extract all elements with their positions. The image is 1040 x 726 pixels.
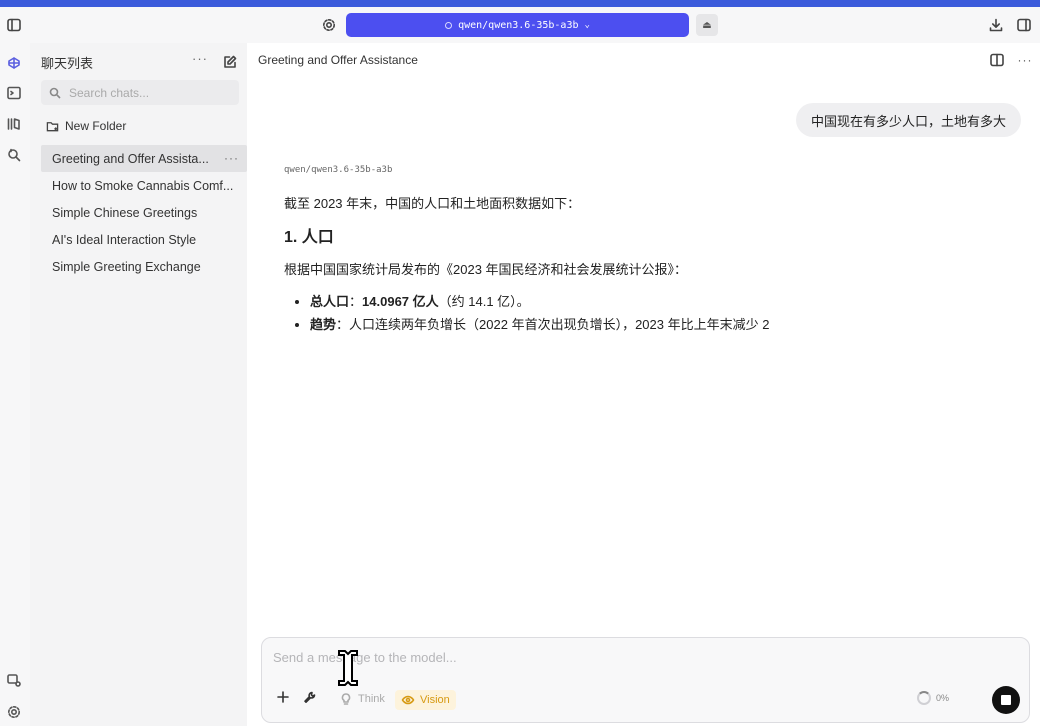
model-name: qwen/qwen3.6-35b-a3b xyxy=(458,19,579,31)
answer-intro: 截至 2023 年末，中国的人口和土地面积数据如下： xyxy=(284,196,581,211)
answer-source: 根据中国国家统计局发布的《2023 年国民经济和社会发展统计公报》： xyxy=(284,262,688,277)
download-icon[interactable] xyxy=(985,14,1007,36)
chat-item[interactable]: How to Smoke Cannabis Comf... xyxy=(41,172,247,199)
conversation-title: Greeting and Offer Assistance xyxy=(258,53,418,67)
user-message: 中国现在有多少人口，土地有多大 xyxy=(795,103,1021,137)
chat-item-label: Greeting and Offer Assista... xyxy=(52,151,209,166)
chat-item[interactable]: Simple Greeting Exchange xyxy=(41,253,247,280)
stop-generation-button[interactable] xyxy=(992,686,1020,714)
developer-icon[interactable] xyxy=(3,669,25,691)
top-bar: qwen/qwen3.6-35b-a3b ⌄ ⏏ xyxy=(0,7,1040,43)
think-label: Think xyxy=(358,693,385,705)
vision-toggle[interactable]: Vision xyxy=(395,690,456,710)
chat-options-icon[interactable]: ··· xyxy=(224,151,239,165)
settings-icon[interactable] xyxy=(318,14,340,36)
message-composer: Think Vision 0% xyxy=(261,637,1030,723)
window-accent-strip xyxy=(0,0,1040,7)
add-attachment-icon[interactable] xyxy=(276,690,290,704)
conversation-panel: Greeting and Offer Assistance ··· 中国现在有多… xyxy=(247,43,1040,726)
chat-item-label: Simple Greeting Exchange xyxy=(52,259,201,274)
bullet-value: 14.0967 亿人 xyxy=(362,294,439,309)
chat-item-label: AI's Ideal Interaction Style xyxy=(52,232,197,247)
settings-icon[interactable] xyxy=(3,701,25,723)
answer-bullets: 总人口：14.0967 亿人（约 14.1 亿）。 趋势：人口连续两年负增长（2… xyxy=(284,290,1004,336)
folder-plus-icon xyxy=(46,121,59,131)
eject-icon[interactable]: ⏏ xyxy=(696,14,718,36)
context-usage-value: 0% xyxy=(936,693,950,703)
bulb-icon xyxy=(341,693,351,705)
stop-icon xyxy=(1001,695,1011,705)
panel-icon[interactable] xyxy=(1013,14,1035,36)
bullet-text: 人口连续两年负增长（2022 年首次出现负增长），2023 年比上年末减少 2 xyxy=(349,317,770,332)
chat-item-label: Simple Chinese Greetings xyxy=(52,205,198,220)
bullet-label: 趋势 xyxy=(310,317,337,332)
chat-sidebar: 聊天列表 ··· New Folder Greeting and Offer A… xyxy=(30,43,247,726)
search-chats[interactable] xyxy=(41,80,239,105)
chat-item-label: How to Smoke Cannabis Comf... xyxy=(52,178,234,193)
new-folder-button[interactable]: New Folder xyxy=(46,119,126,133)
app-logo-icon[interactable] xyxy=(3,52,25,74)
assistant-message: qwen/qwen3.6-35b-a3b 截至 2023 年末，中国的人口和土地… xyxy=(284,165,1004,336)
sidebar-title: 聊天列表 xyxy=(41,56,94,71)
new-chat-icon[interactable] xyxy=(219,51,241,73)
bullet-label: 总人口 xyxy=(310,294,350,309)
chat-item[interactable]: AI's Ideal Interaction Style xyxy=(41,226,247,253)
text-cursor-icon xyxy=(338,650,358,686)
chat-item-active[interactable]: Greeting and Offer Assista... ··· xyxy=(41,145,247,172)
model-selector-button[interactable]: qwen/qwen3.6-35b-a3b ⌄ xyxy=(346,13,689,37)
sidebar-toggle-icon[interactable] xyxy=(3,14,25,36)
terminal-icon[interactable] xyxy=(3,82,25,104)
chevron-down-icon: ⌄ xyxy=(584,20,590,30)
more-options-icon[interactable]: ··· xyxy=(1014,49,1036,71)
list-item: 趋势：人口连续两年负增长（2022 年首次出现负增长），2023 年比上年末减少… xyxy=(310,313,1004,336)
search-icon xyxy=(49,87,61,99)
progress-ring-icon xyxy=(917,691,931,705)
answer-heading: 1. 人口 xyxy=(284,229,334,246)
chat-item[interactable]: Simple Chinese Greetings xyxy=(41,199,247,226)
list-item: 总人口：14.0967 亿人（约 14.1 亿）。 xyxy=(310,290,1004,313)
eye-icon xyxy=(401,695,415,705)
left-rail xyxy=(0,43,30,726)
new-folder-label: New Folder xyxy=(65,119,127,133)
split-view-icon[interactable] xyxy=(986,49,1008,71)
library-icon[interactable] xyxy=(3,113,25,135)
model-status-icon xyxy=(445,21,453,29)
context-usage: 0% xyxy=(917,691,949,705)
bullet-separator: ： xyxy=(349,294,363,309)
message-input[interactable] xyxy=(273,650,973,665)
chat-list: Greeting and Offer Assista... ··· How to… xyxy=(41,145,247,280)
more-options-icon[interactable]: ··· xyxy=(192,51,208,66)
search-models-icon[interactable] xyxy=(3,144,25,166)
vision-label: Vision xyxy=(420,694,450,706)
bullet-separator: ： xyxy=(336,317,350,332)
tools-icon[interactable] xyxy=(303,690,317,704)
bullet-note: （约 14.1 亿）。 xyxy=(438,294,530,309)
think-toggle[interactable]: Think xyxy=(333,690,391,708)
search-input[interactable] xyxy=(69,85,229,100)
assistant-model-tag: qwen/qwen3.6-35b-a3b xyxy=(284,165,393,175)
